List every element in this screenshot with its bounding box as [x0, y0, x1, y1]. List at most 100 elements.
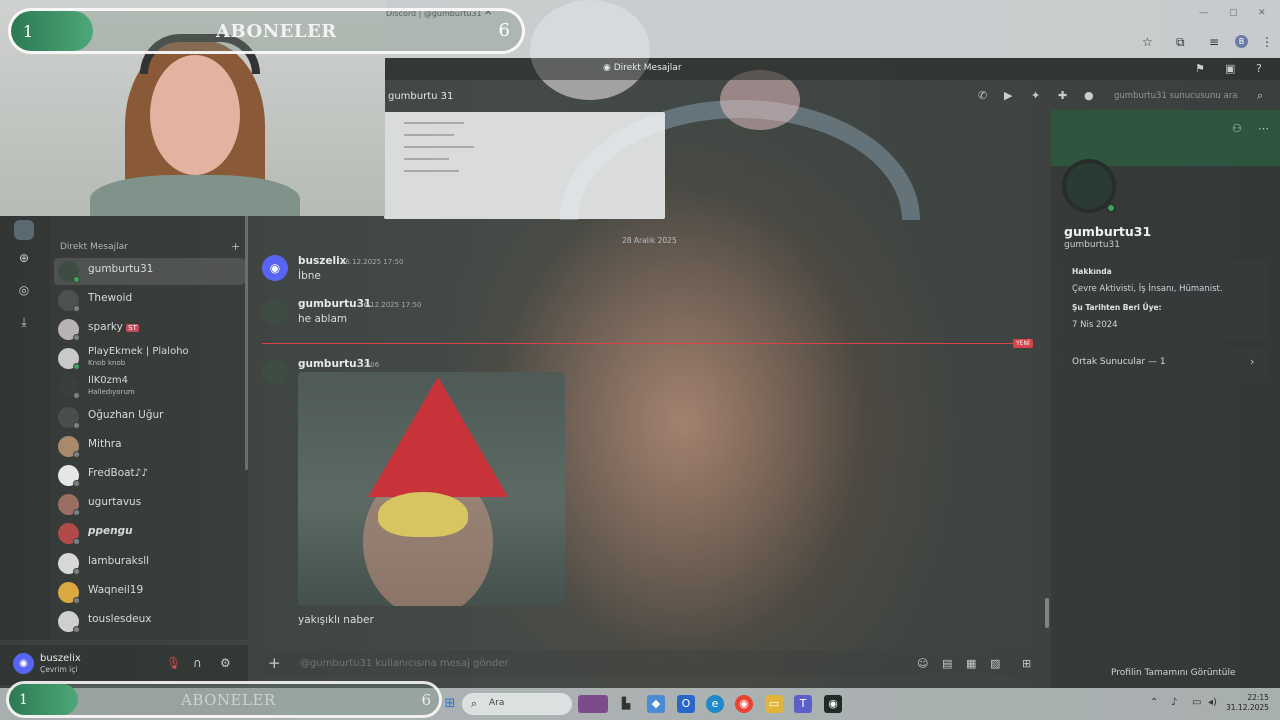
maximize-icon[interactable]: ▢ — [1229, 8, 1238, 18]
close-window-icon[interactable]: ✕ — [1258, 8, 1266, 18]
taskbar-clock[interactable]: 22:15 31.12.2025 — [1226, 693, 1269, 713]
gif-icon[interactable]: ▤ — [942, 657, 952, 670]
dm-item-touslesdeux[interactable]: touslesdeux — [54, 608, 245, 635]
chat-header-name: gumburtu 31 — [388, 91, 454, 102]
voice-call-icon[interactable]: ✆ — [978, 89, 987, 102]
dm-item-waqneil19[interactable]: Waqneil19 — [54, 579, 245, 606]
media-icon[interactable]: ≡ — [1209, 35, 1219, 49]
dm-scrollbar[interactable] — [245, 200, 248, 470]
profile-banner — [1051, 110, 1280, 166]
edge-icon[interactable]: e — [706, 695, 724, 713]
message-image-attachment[interactable] — [298, 372, 565, 606]
outlook-icon[interactable]: O — [677, 695, 695, 713]
settings-gear-icon[interactable]: ⚙ — [220, 656, 231, 670]
message-author[interactable]: buszelix — [298, 255, 346, 267]
new-badge: YENİ — [1013, 339, 1033, 348]
dm-item-mithra[interactable]: Mithra — [54, 433, 245, 460]
gift-icon[interactable]: ⊞ — [1022, 657, 1031, 670]
server-icon[interactable] — [14, 220, 34, 240]
download-icon[interactable]: ⤓ — [14, 312, 34, 332]
message-input[interactable]: @gumburtu31 kullanıcısına mesaj gönder — [300, 658, 509, 669]
windows-start-icon[interactable]: ⊞ — [441, 695, 459, 713]
user-profile-icon[interactable]: ● — [1084, 89, 1094, 102]
dm-item-playekmek[interactable]: PlayEkmek | Plaloho Knob knob — [54, 345, 245, 372]
attach-plus-icon[interactable]: + — [268, 654, 281, 672]
subscriber-current: 1 — [19, 692, 28, 708]
screen-icon[interactable]: ▣ — [1225, 62, 1235, 75]
chrome-icon[interactable]: ◉ — [735, 695, 753, 713]
status-indicator — [73, 276, 80, 283]
subscriber-goal: 6 — [421, 691, 431, 709]
message-avatar[interactable] — [262, 299, 288, 325]
dm-name: gumburtu31 — [88, 263, 154, 275]
add-friend-profile-icon[interactable]: ⚇ — [1232, 122, 1242, 135]
search-icon[interactable]: ⌕ — [1257, 89, 1263, 103]
mute-mic-icon[interactable]: 🎙 — [166, 656, 181, 670]
discord-taskbar-icon[interactable]: ◉ — [824, 695, 842, 713]
new-dm-button[interactable]: + — [231, 240, 240, 253]
file-explorer-icon[interactable]: ▙ — [617, 695, 635, 713]
preview-line — [404, 134, 454, 136]
browser-profile-avatar[interactable]: B — [1235, 35, 1248, 48]
dm-item-lamburaksll[interactable]: lamburaksll — [54, 550, 245, 577]
teams-icon[interactable]: T — [794, 695, 812, 713]
emoji-icon[interactable]: ▨ — [990, 657, 1000, 670]
minimize-icon[interactable]: — — [1199, 8, 1208, 18]
headphones-icon[interactable]: ∩ — [193, 656, 202, 670]
status-indicator — [73, 509, 80, 516]
profile-avatar[interactable] — [1062, 159, 1116, 213]
dm-name: sparky ST — [88, 321, 139, 333]
dm-item-sparky[interactable]: sparky ST — [54, 316, 245, 343]
more-options-icon[interactable]: ⋯ — [1258, 122, 1269, 135]
add-friend-icon[interactable]: ✚ — [1058, 89, 1067, 102]
user-status: Çevrim içi — [40, 665, 78, 674]
profile-display-name: gumburtu31 — [1064, 224, 1152, 239]
dm-name: touslesdeux — [88, 613, 152, 625]
microphone-tray-icon[interactable]: ♪ — [1171, 697, 1177, 708]
pin-icon[interactable]: ✦ — [1031, 89, 1040, 102]
subscriber-label: ABONELER — [181, 691, 276, 709]
dm-item-ugurtavus[interactable]: ugurtavus — [54, 491, 245, 518]
message-timestamp: 26.12.2025 17:50 — [359, 301, 422, 309]
dm-item-ilk0zm4[interactable]: IlK0zm4 Halledıyorum — [54, 374, 245, 401]
dm-item-fredboat[interactable]: FredBoat♪♪ — [54, 462, 245, 489]
user-avatar[interactable]: ◉ — [13, 653, 34, 674]
help-icon[interactable]: ? — [1256, 62, 1262, 75]
sticker-icon[interactable]: ▦ — [966, 657, 976, 670]
taskbar-search[interactable]: ⌕ Ara — [462, 693, 572, 715]
user-name[interactable]: buszelix — [40, 653, 81, 664]
star-icon[interactable]: ☆ — [1142, 35, 1153, 49]
video-call-icon[interactable]: ▶ — [1004, 89, 1012, 102]
dm-name: lamburaksll — [88, 555, 150, 567]
widgets-icon[interactable] — [578, 695, 608, 713]
dm-item-oguzhan[interactable]: Oğuzhan Uğur — [54, 404, 245, 431]
extensions-icon[interactable]: ⧉ — [1176, 35, 1185, 50]
search-input[interactable]: gumburtu31 sunucusunu ara — [1114, 91, 1237, 101]
add-server-icon[interactable]: ⊕ — [14, 248, 34, 268]
folder-icon[interactable]: ▭ — [765, 695, 783, 713]
clock-date: 31.12.2025 — [1226, 703, 1269, 712]
message-text: İbne — [298, 270, 321, 282]
dm-item-thewoid[interactable]: Thewoid — [54, 287, 245, 314]
network-icon[interactable]: ▭ — [1192, 697, 1201, 708]
menu-icon[interactable]: ⋮ — [1261, 35, 1273, 49]
app-launcher-icon[interactable]: ☺ — [917, 657, 928, 670]
explore-icon[interactable]: ◎ — [14, 280, 34, 300]
dm-item-ppengu[interactable]: ppengu — [54, 520, 245, 547]
status-indicator — [73, 363, 80, 370]
dm-section-header: Direkt Mesajlar — [60, 242, 128, 252]
view-full-profile-link[interactable]: Profilin Tamamını Görüntüle — [1111, 668, 1236, 678]
dm-name: Waqneil19 — [88, 584, 144, 596]
embedded-screenshot-preview[interactable] — [384, 112, 665, 219]
message-avatar[interactable]: ◉ — [262, 255, 288, 281]
volume-icon[interactable]: ◂) — [1208, 697, 1217, 708]
search-icon: ⌕ — [471, 697, 478, 710]
inbox-flag-icon[interactable]: ⚑ — [1195, 62, 1205, 75]
store-icon[interactable]: ◆ — [647, 695, 665, 713]
dm-item-gumburtu31[interactable]: gumburtu31 — [54, 258, 245, 285]
chat-scrollbar[interactable] — [1045, 598, 1049, 628]
tray-chevron-icon[interactable]: ⌃ — [1150, 697, 1158, 708]
dm-name: Oğuzhan Uğur — [88, 409, 164, 421]
message-text: he ablam — [298, 313, 348, 325]
message-avatar[interactable] — [262, 359, 288, 385]
